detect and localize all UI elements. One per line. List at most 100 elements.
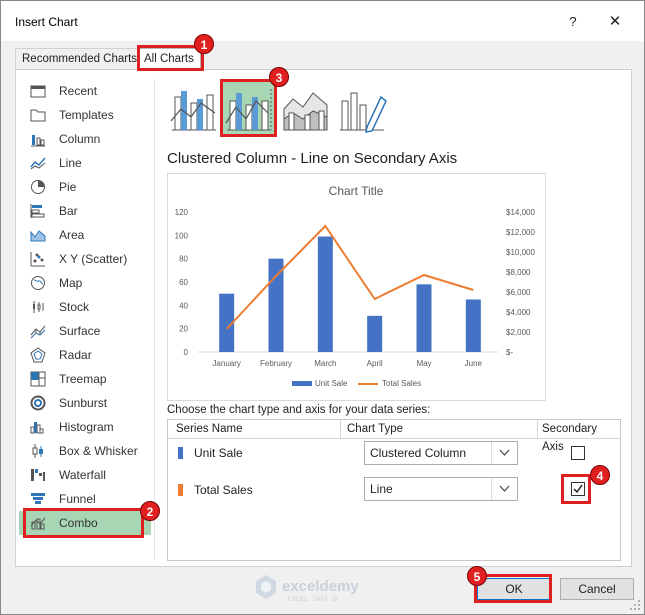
sidebar-item-label: Sunburst	[59, 396, 108, 410]
surface-chart-icon	[30, 325, 46, 339]
sidebar-item-treemap[interactable]: Treemap	[19, 367, 151, 391]
chart-subtype-title: Clustered Column - Line on Secondary Axi…	[167, 150, 458, 167]
y2-tick-label: $14,000	[506, 208, 535, 217]
sidebar-item-pie[interactable]: Pie	[19, 175, 151, 199]
watermark-brand: exceldemy	[282, 578, 359, 595]
subtype-stacked-area-clustered-column[interactable]	[281, 83, 331, 133]
subtype-clustered-column-line[interactable]	[169, 83, 219, 133]
select-value: Line	[370, 482, 393, 496]
sidebar-item-label: Funnel	[59, 492, 96, 506]
sunburst-chart-icon	[30, 395, 46, 411]
pie-chart-icon	[31, 180, 45, 194]
annotation-box-subtype	[220, 79, 277, 137]
series-color-marker	[178, 447, 183, 459]
y-tick-label: 20	[179, 325, 188, 334]
y-tick-label: 40	[179, 301, 188, 310]
line-total-sales	[225, 224, 474, 330]
sidebar-item-label: Line	[59, 156, 82, 170]
sidebar-item-label: Stock	[59, 300, 90, 314]
legend-label-total-sales: Total Sales	[382, 379, 421, 388]
x-tick-label: April	[367, 359, 383, 368]
close-button[interactable]: ✕	[595, 9, 635, 35]
x-tick-label: February	[260, 359, 292, 368]
sidebar-item-scatter[interactable]: X Y (Scatter)	[19, 247, 151, 271]
resize-grip-icon[interactable]	[629, 599, 641, 611]
bar-unit-sale	[317, 236, 333, 352]
funnel-chart-icon	[31, 493, 45, 504]
y2-tick-label: $4,000	[506, 308, 531, 317]
y-tick-label: 100	[175, 231, 189, 240]
legend-swatch-unit-sale	[292, 381, 312, 386]
y2-tick-label: $8,000	[506, 268, 531, 277]
chart-svg: Chart Title 120 100 80 60 40 20 0 $14,000 $12,00…	[175, 184, 536, 388]
chart-preview[interactable]: Chart Title 120 100 80 60 40 20 0 $14,000 $12,00…	[167, 173, 546, 401]
sidebar-item-area[interactable]: Area	[19, 223, 151, 247]
bar-unit-sale	[268, 258, 284, 352]
sidebar-item-column[interactable]: Column	[19, 127, 151, 151]
series-name-unit-sale: Unit Sale	[194, 446, 243, 460]
sidebar-item-bar[interactable]: Bar	[19, 199, 151, 223]
y-tick-label: 120	[175, 208, 189, 217]
sidebar-item-waterfall[interactable]: Waterfall	[19, 463, 151, 487]
secondary-axis-checkbox-unit-sale[interactable]	[571, 446, 585, 460]
series-name-total-sales: Total Sales	[194, 483, 253, 497]
chevron-down-icon[interactable]	[491, 442, 517, 464]
subtype-custom-combination[interactable]	[337, 83, 387, 133]
annotation-badge-3: 3	[269, 67, 289, 87]
header-divider	[340, 420, 341, 438]
x-tick-label: June	[465, 359, 483, 368]
annotation-badge-5: 5	[467, 566, 487, 586]
stock-chart-icon	[33, 301, 44, 313]
watermark-tagline: EXCEL · DATA · BI	[288, 597, 339, 603]
line-chart-icon	[30, 157, 46, 170]
tab-recommended-charts[interactable]: Recommended Charts	[15, 48, 145, 70]
sidebar-item-stock[interactable]: Stock	[19, 295, 151, 319]
chart-type-select-total-sales[interactable]: Line	[364, 477, 518, 501]
sidebar-item-sunburst[interactable]: Sunburst	[19, 391, 151, 415]
sidebar-item-label: Recent	[59, 84, 98, 98]
map-chart-icon	[31, 276, 45, 290]
header-divider	[537, 420, 538, 438]
bar-unit-sale	[416, 284, 432, 352]
sidebar-item-map[interactable]: Map	[19, 271, 151, 295]
header-chart-type: Chart Type	[347, 423, 404, 435]
series-grid: Series Name Chart Type Secondary Axis Un…	[167, 419, 621, 561]
annotation-badge-4: 4	[590, 465, 610, 485]
sidebar-item-radar[interactable]: Radar	[19, 343, 151, 367]
bar-unit-sale	[465, 299, 481, 352]
select-value: Clustered Column	[370, 446, 467, 460]
header-secondary-axis: Secondary Axis	[542, 423, 597, 453]
sidebar-item-label: Area	[59, 228, 85, 242]
annotation-box-all-charts	[137, 45, 204, 71]
sidebar-item-label: Box & Whisker	[59, 444, 138, 458]
annotation-box-combo	[23, 508, 144, 538]
sidebar-item-label: Column	[59, 132, 101, 146]
cancel-button[interactable]: Cancel	[560, 578, 634, 600]
sidebar-item-surface[interactable]: Surface	[19, 319, 151, 343]
y2-tick-label: $12,000	[506, 228, 535, 237]
sidebar-item-recent[interactable]: Recent	[19, 79, 151, 103]
chart-title: Chart Title	[329, 184, 384, 198]
help-button[interactable]: ?	[559, 9, 587, 35]
treemap-chart-icon	[30, 371, 46, 387]
sidebar-item-label: Surface	[59, 324, 101, 338]
recent-icon	[30, 85, 46, 98]
chevron-down-icon[interactable]	[491, 478, 517, 500]
sidebar-item-label: Waterfall	[59, 468, 106, 482]
sidebar-item-histogram[interactable]: Histogram	[19, 415, 151, 439]
templates-icon	[30, 109, 46, 122]
annotation-box-secondary-axis	[561, 474, 591, 504]
waterfall-chart-icon	[31, 469, 45, 481]
y2-tick-label: $10,000	[506, 248, 535, 257]
annotation-badge-2: 2	[140, 501, 160, 521]
exceldemy-logo: exceldemy EXCEL · DATA · BI	[256, 575, 359, 603]
sidebar-item-line[interactable]: Line	[19, 151, 151, 175]
x-tick-label: March	[314, 359, 336, 368]
chart-type-list: Recent Templates Column Line Pie Bar Are…	[19, 79, 151, 535]
chart-type-select-unit-sale[interactable]: Clustered Column	[364, 441, 518, 465]
radar-chart-icon	[30, 347, 46, 363]
sidebar-item-box-whisker[interactable]: Box & Whisker	[19, 439, 151, 463]
sidebar-item-templates[interactable]: Templates	[19, 103, 151, 127]
sidebar-item-label: Radar	[59, 348, 92, 362]
header-rule	[168, 438, 620, 439]
